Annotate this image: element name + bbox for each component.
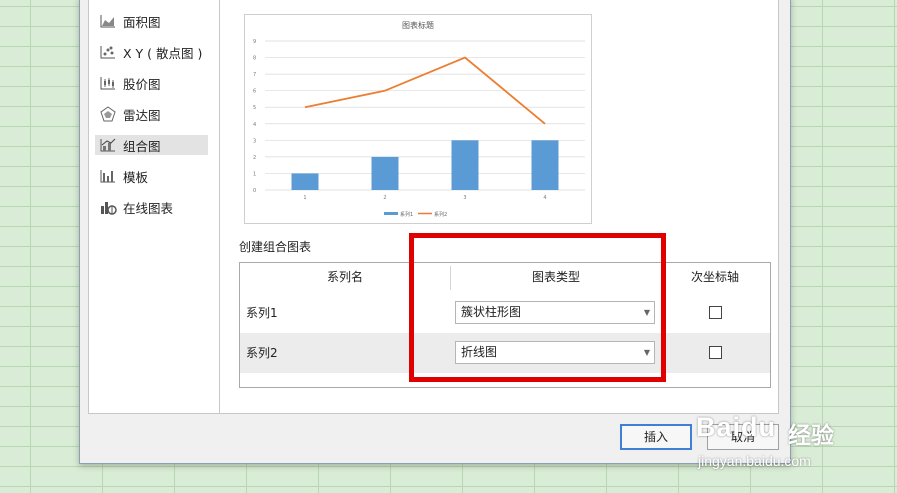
header-series-name: 系列名 [326,270,363,284]
legend-label-series1: 系列1 [400,211,413,218]
x-tick-label: 1 [303,195,306,201]
sidebar-item-label: X Y ( 散点图 ) [123,45,203,61]
x-tick-label: 2 [383,195,386,201]
header-secondary-axis: 次坐标轴 [690,270,739,284]
sidebar-item-label: 组合图 [123,138,161,154]
area-chart-icon [99,13,117,29]
chart-type-select[interactable]: 簇状柱形图 ▼ [455,301,655,324]
sidebar-item-label: 雷达图 [123,107,161,123]
scatter-chart-icon [99,44,117,60]
online-chart-icon [99,199,117,215]
table-row: 系列1 簇状柱形图 ▼ [240,293,770,333]
cancel-button[interactable]: 取消 [707,424,779,450]
chart-type-value: 折线图 [461,345,498,359]
x-axis-labels: 1 2 3 4 [303,195,546,201]
stock-chart-icon [99,75,117,91]
y-tick-label: 6 [253,89,256,95]
series-name-cell: 系列2 [246,346,278,360]
y-tick-label: 9 [253,39,256,45]
watermark-cn: 经验 [788,423,834,449]
series-name-cell: 系列1 [246,306,278,320]
series-table: 系列名 图表类型 次坐标轴 系列1 簇状柱形图 ▼ 系列2 折线图 ▼ [239,262,771,388]
combo-section-title: 创建组合图表 [239,240,312,254]
sidebar-item-scatter[interactable]: X Y ( 散点图 ) [95,42,208,62]
y-tick-label: 0 [253,188,256,194]
sidebar-item-label: 股价图 [123,76,161,92]
sidebar-item-online[interactable]: 在线图表 [95,197,208,217]
y-tick-label: 4 [253,122,256,128]
bar [371,156,399,190]
sidebar-item-combo[interactable]: 组合图 [95,135,208,155]
y-tick-label: 2 [253,155,256,161]
bar [531,140,559,190]
legend-swatch-bar [384,212,398,215]
y-tick-label: 8 [253,56,256,62]
insert-button[interactable]: 插入 [620,424,692,450]
header-chart-type: 图表类型 [531,270,580,284]
chevron-down-icon: ▼ [643,348,650,357]
y-tick-label: 5 [253,105,256,111]
bar [291,173,319,190]
chart-legend: 系列1 系列2 [384,211,447,218]
y-tick-label: 3 [253,138,256,144]
combo-chart-icon [99,137,117,153]
table-row: 系列2 折线图 ▼ [240,333,770,373]
sidebar-item-stock[interactable]: 股价图 [95,73,208,93]
chart-type-value: 簇状柱形图 [461,305,522,319]
sidebar-item-label: 模板 [123,169,149,185]
dialog-panel: 面积图 X Y ( 散点图 ) 股价图 雷达图 组合图 模板 在线图表 图表标题… [88,0,779,414]
legend-label-series2: 系列2 [434,211,447,218]
combo-chart-svg: 图表标题 0 1 2 3 4 5 6 7 8 9 1 2 3 4 系列1 系列2 [253,20,585,218]
x-tick-label: 4 [543,195,546,201]
sidebar-item-radar[interactable]: 雷达图 [95,104,208,124]
chart-type-sidebar: 面积图 X Y ( 散点图 ) 股价图 雷达图 组合图 模板 在线图表 [89,0,220,413]
chevron-down-icon: ▼ [643,308,650,317]
content-area: 图表标题 0 1 2 3 4 5 6 7 8 9 1 2 3 4 系列1 系列2 创建组合图表 系列名 … [220,0,778,413]
chart-preview: 图表标题 0 1 2 3 4 5 6 7 8 9 1 2 3 4 系列1 系列2 [244,14,592,224]
radar-chart-icon [99,106,117,122]
bar-series [291,140,559,190]
insert-chart-dialog: 面积图 X Y ( 散点图 ) 股价图 雷达图 组合图 模板 在线图表 图表标题… [79,0,791,464]
sidebar-item-area[interactable]: 面积图 [95,11,208,31]
bar [451,140,479,190]
sidebar-item-label: 面积图 [123,14,161,30]
chart-type-select[interactable]: 折线图 ▼ [455,341,655,364]
chart-title: 图表标题 [402,20,434,30]
y-axis-labels: 0 1 2 3 4 5 6 7 8 9 [253,39,256,194]
sidebar-item-template[interactable]: 模板 [95,166,208,186]
y-tick-label: 1 [253,171,256,177]
secondary-axis-checkbox[interactable] [709,306,722,319]
secondary-axis-checkbox[interactable] [709,346,722,359]
template-icon [99,168,117,184]
sidebar-item-label: 在线图表 [123,200,174,216]
y-tick-label: 7 [253,72,256,78]
x-tick-label: 3 [463,195,466,201]
